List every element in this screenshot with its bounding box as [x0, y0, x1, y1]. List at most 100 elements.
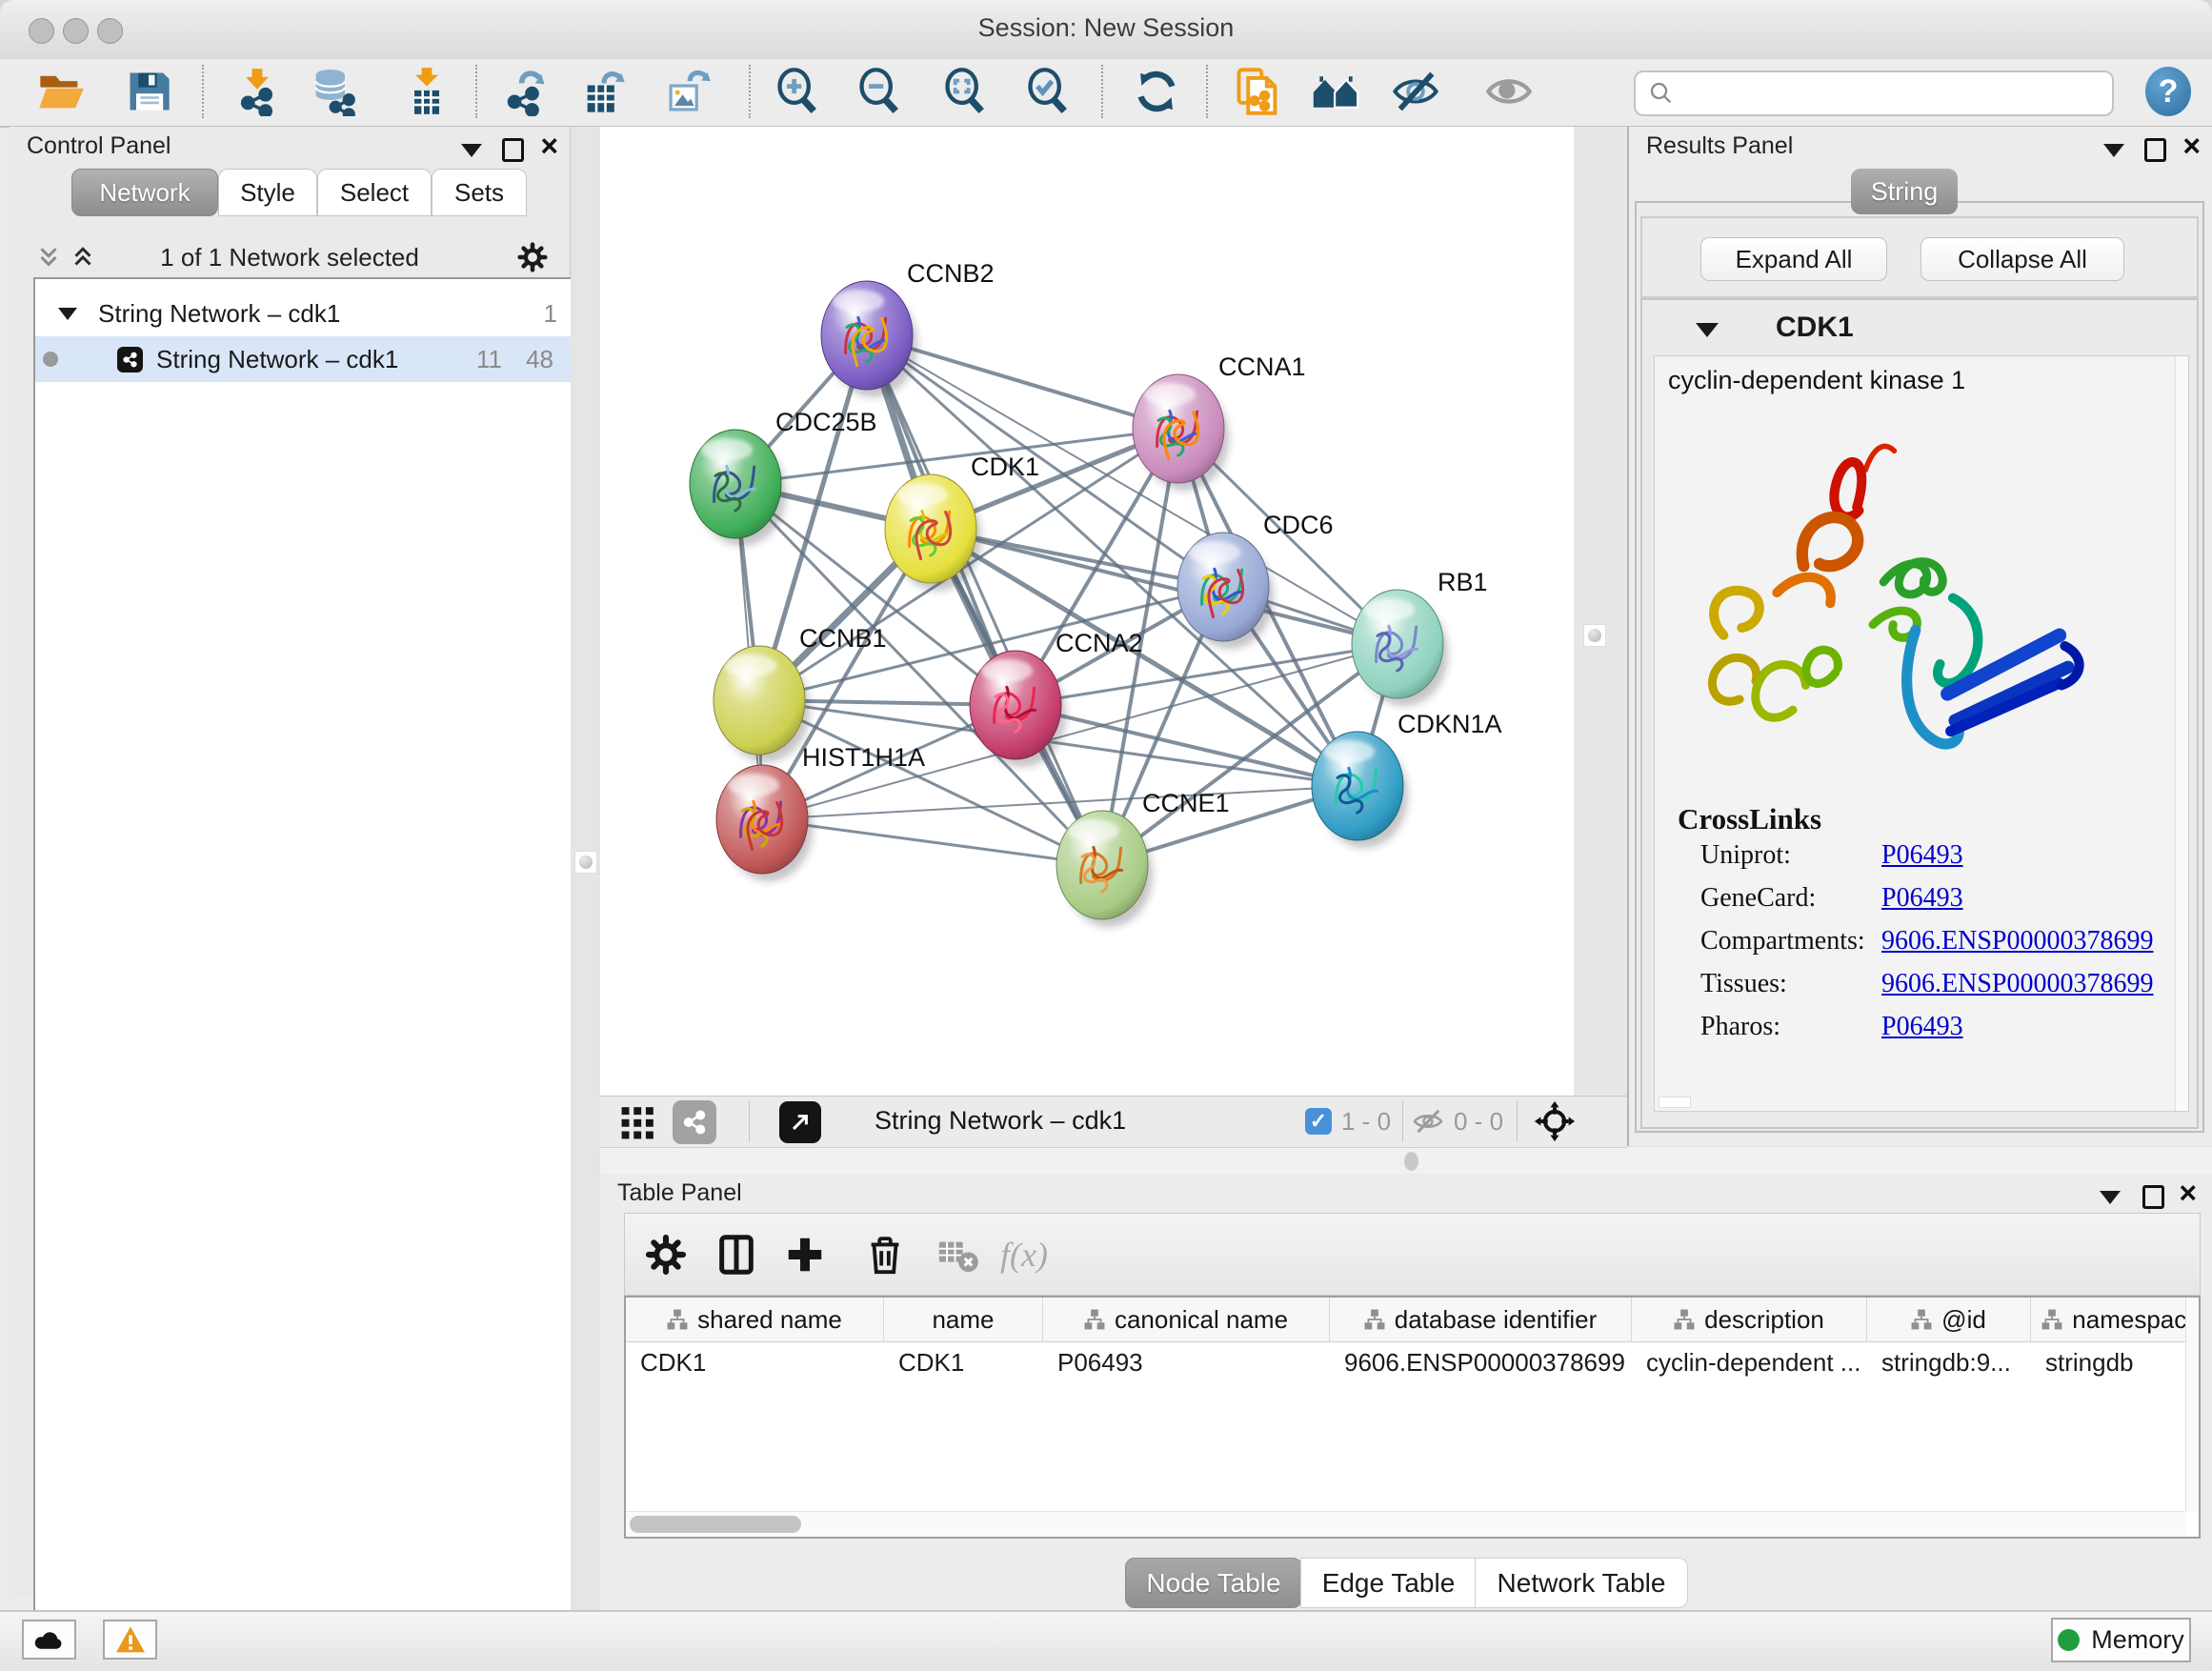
panel-close-icon[interactable]	[2179, 1178, 2197, 1208]
table-cell[interactable]: CDK1	[626, 1348, 884, 1378]
network-canvas[interactable]: CCNB2CCNA1CDC25BCDK1CDC6RB1CCNB1CCNA2CDK…	[600, 127, 1574, 1096]
column-header-namespace[interactable]: namespace	[2031, 1298, 2186, 1341]
table-cell[interactable]: CDK1	[884, 1348, 1043, 1378]
network-row[interactable]: String Network – cdk1 11 48	[35, 336, 574, 382]
right-splitter[interactable]	[1574, 127, 1629, 1146]
left-splitter-handle[interactable]	[574, 851, 597, 874]
panel-collapse-icon[interactable]	[2103, 144, 2124, 157]
tab-style[interactable]: Style	[218, 169, 317, 216]
results-vertical-scrollbar[interactable]	[2175, 356, 2188, 1111]
table-horizontal-scroll-thumb[interactable]	[630, 1516, 801, 1533]
zoom-out-icon[interactable]	[854, 65, 907, 118]
table-row[interactable]: CDK1CDK1P064939606.ENSP00000378699cyclin…	[626, 1341, 2186, 1383]
open-in-browser-icon[interactable]	[779, 1101, 821, 1143]
zoom-fit-icon[interactable]	[939, 65, 993, 118]
tree-expand-icon[interactable]	[58, 308, 77, 320]
column-header--id[interactable]: @id	[1867, 1298, 2031, 1341]
search-input[interactable]	[1676, 78, 2112, 110]
panel-float-icon[interactable]	[2144, 138, 2166, 162]
zoom-selected-icon[interactable]	[1022, 65, 1076, 118]
zoom-in-icon[interactable]	[772, 65, 825, 118]
horizontal-splitter[interactable]	[600, 1146, 2212, 1175]
show-columns-icon[interactable]	[713, 1231, 760, 1278]
export-image-icon[interactable]	[661, 65, 714, 118]
tab-network[interactable]: Network	[71, 169, 218, 216]
panel-float-icon[interactable]	[502, 138, 524, 162]
crosslink-value-link[interactable]: 9606.ENSP00000378699	[1881, 969, 2153, 999]
node-CCNB1[interactable]: CCNB1	[714, 624, 887, 762]
memory-button[interactable]: Memory	[2051, 1618, 2191, 1662]
add-column-icon[interactable]	[781, 1231, 829, 1278]
import-network-from-database-icon[interactable]	[307, 65, 360, 118]
help-button[interactable]: ?	[2145, 67, 2191, 116]
left-splitter[interactable]	[571, 127, 600, 1610]
refresh-icon[interactable]	[1130, 65, 1183, 118]
export-network-icon[interactable]	[499, 65, 553, 118]
column-header-description[interactable]: description	[1632, 1298, 1867, 1341]
import-table-icon[interactable]	[400, 65, 453, 118]
table-cell[interactable]: stringdb:9...	[1867, 1348, 2031, 1378]
delete-table-icon[interactable]	[934, 1231, 981, 1278]
node-CCNA1[interactable]: CCNA1	[1133, 352, 1306, 491]
node-CDC6[interactable]: CDC6	[1177, 511, 1334, 649]
export-table-icon[interactable]	[577, 65, 631, 118]
tab-string[interactable]: String	[1851, 169, 1958, 214]
crosslink-value-link[interactable]: 9606.ENSP00000378699	[1881, 926, 2153, 956]
crosslink-value-link[interactable]: P06493	[1881, 1012, 1963, 1042]
panel-close-icon[interactable]	[2182, 131, 2201, 161]
save-session-icon[interactable]	[122, 65, 175, 118]
birds-eye-view-icon[interactable]	[619, 1104, 657, 1140]
results-horizontal-scroll-thumb[interactable]	[1659, 1097, 1691, 1108]
column-header-name[interactable]: name	[884, 1298, 1043, 1341]
gear-icon[interactable]	[516, 241, 549, 273]
crosslink-value-link[interactable]: P06493	[1881, 883, 1963, 914]
node-CCNB2[interactable]: CCNB2	[821, 259, 995, 397]
crosslink-value-link[interactable]: P06493	[1881, 840, 1963, 871]
column-header-database-identifier[interactable]: database identifier	[1330, 1298, 1632, 1341]
table-cell[interactable]: stringdb	[2031, 1348, 2186, 1378]
panel-collapse-icon[interactable]	[2100, 1191, 2121, 1204]
string-view-icon[interactable]	[673, 1100, 716, 1144]
expand-all-button[interactable]: Expand All	[1700, 237, 1887, 281]
table-settings-gear-icon[interactable]	[642, 1231, 690, 1278]
right-splitter-handle[interactable]	[1583, 624, 1606, 647]
pan-crosshair-icon[interactable]	[1534, 1100, 1576, 1142]
copy-network-icon[interactable]	[1231, 65, 1284, 118]
delete-column-icon[interactable]	[861, 1231, 909, 1278]
node-RB1[interactable]: RB1	[1352, 568, 1488, 706]
horizontal-splitter-handle[interactable]	[1404, 1152, 1418, 1171]
tab-select[interactable]: Select	[317, 169, 432, 216]
selected-checkbox-icon[interactable]	[1305, 1108, 1332, 1135]
tab-edge-table[interactable]: Edge Table	[1300, 1558, 1477, 1608]
node-CDC25B[interactable]: CDC25B	[690, 408, 877, 546]
function-builder-icon[interactable]: f(x)	[1000, 1231, 1048, 1278]
panel-collapse-icon[interactable]	[461, 144, 482, 157]
table-vertical-scrollbar[interactable]	[2185, 1298, 2199, 1512]
tab-network-table[interactable]: Network Table	[1475, 1558, 1688, 1608]
tab-sets[interactable]: Sets	[432, 169, 527, 216]
cloud-status-button[interactable]	[22, 1620, 76, 1660]
table-cell[interactable]: P06493	[1043, 1348, 1330, 1378]
edge-HIST1H1A-CCNE1[interactable]	[762, 819, 1102, 865]
section-collapse-icon[interactable]	[1696, 323, 1719, 337]
collapse-all-button[interactable]: Collapse All	[1920, 237, 2124, 281]
column-header-canonical-name[interactable]: canonical name	[1043, 1298, 1330, 1341]
panel-float-icon[interactable]	[2142, 1185, 2164, 1209]
table-cell[interactable]: cyclin-dependent ...	[1632, 1348, 1867, 1378]
column-header-shared-name[interactable]: shared name	[626, 1298, 884, 1341]
hide-selected-icon[interactable]	[1389, 65, 1442, 118]
show-all-icon[interactable]	[1482, 65, 1536, 118]
table-horizontal-scrollbar[interactable]	[626, 1511, 2186, 1537]
import-network-icon[interactable]	[231, 65, 284, 118]
node-CDK1[interactable]: CDK1	[885, 453, 1039, 591]
edge-CCNB2-CCNE1[interactable]	[867, 335, 1102, 865]
panel-close-icon[interactable]	[540, 131, 558, 161]
open-session-icon[interactable]	[34, 65, 88, 118]
warnings-button[interactable]	[103, 1620, 157, 1660]
network-collection-row[interactable]: String Network – cdk1 1	[35, 291, 574, 336]
first-neighbors-icon[interactable]	[1309, 65, 1362, 118]
tab-node-table[interactable]: Node Table	[1125, 1558, 1302, 1608]
node-CCNE1[interactable]: CCNE1	[1056, 789, 1230, 927]
node-CCNA2[interactable]: CCNA2	[970, 629, 1143, 767]
table-cell[interactable]: 9606.ENSP00000378699	[1330, 1348, 1632, 1378]
